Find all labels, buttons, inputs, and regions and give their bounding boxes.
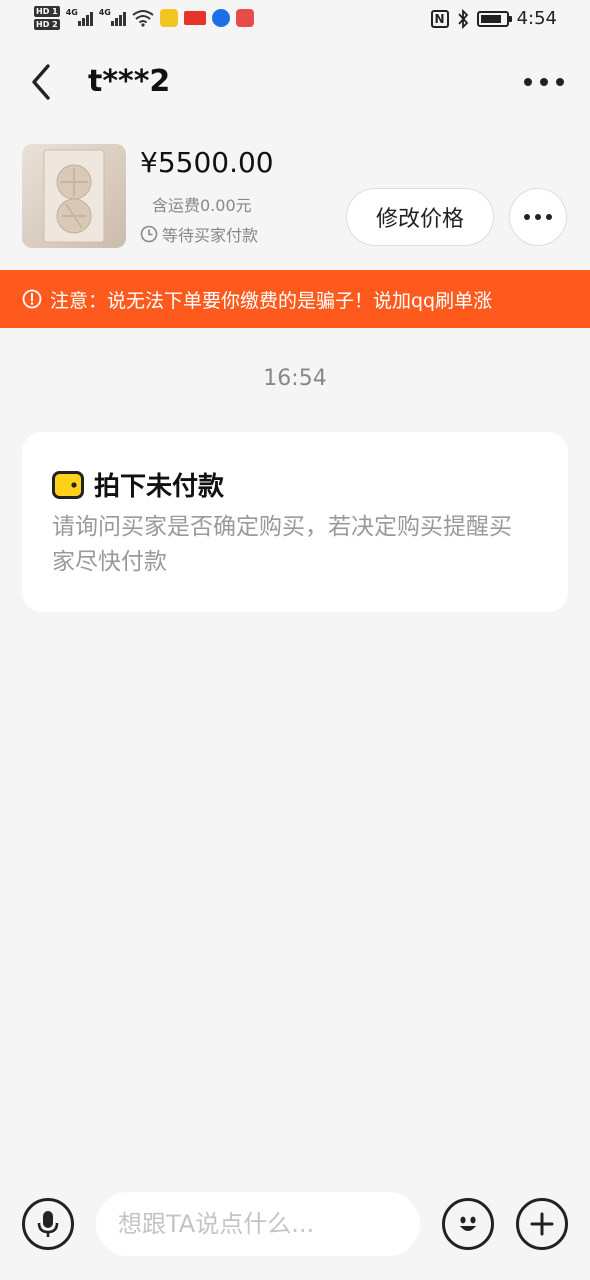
status-bar: HD 1 HD 2 4G 4G N 4:54 xyxy=(0,0,590,40)
nfc-icon: N xyxy=(430,9,449,28)
order-status-label: 等待买家付款 xyxy=(162,226,259,245)
edit-price-button[interactable]: 修改价格 xyxy=(346,188,494,246)
dot-icon xyxy=(540,78,548,86)
status-right: N 4:54 xyxy=(430,8,557,29)
hd2-label: HD 2 xyxy=(34,19,60,30)
product-price: ¥5500.00 xyxy=(140,146,274,179)
product-card[interactable]: ¥5500.00 含运费0.00元 等待买家付款 修改价格 xyxy=(0,130,590,270)
book-app-icon xyxy=(235,9,254,27)
plus-icon xyxy=(530,1212,554,1236)
card-title: 拍下未付款 xyxy=(52,466,224,503)
news-app-icon xyxy=(183,11,206,25)
message-input[interactable] xyxy=(96,1192,420,1256)
message-timestamp: 16:54 xyxy=(263,366,327,391)
bulb-app-icon xyxy=(211,9,230,27)
dot-icon xyxy=(524,78,532,86)
more-actions-button[interactable] xyxy=(516,1198,568,1250)
voice-input-button[interactable] xyxy=(22,1198,74,1250)
status-left: HD 1 HD 2 4G 4G xyxy=(34,6,254,30)
bluetooth-icon xyxy=(457,8,468,29)
hd-indicators: HD 1 HD 2 xyxy=(34,6,60,30)
signal-icon: 4G xyxy=(65,8,93,26)
chat-header: t***2 xyxy=(0,40,590,130)
battery-icon xyxy=(476,10,512,27)
dot-icon xyxy=(546,214,552,220)
order-status-card: 拍下未付款 请询问买家是否确定购买，若决定购买提醒买家尽快付款 xyxy=(22,432,568,612)
app-notification-icon xyxy=(159,9,178,27)
emoji-button[interactable] xyxy=(442,1198,494,1250)
card-title-text: 拍下未付款 xyxy=(94,472,225,502)
clock-icon xyxy=(140,225,158,243)
more-options-button[interactable] xyxy=(524,70,564,94)
warning-text: 注意：说无法下单要你缴费的是骗子！说加qq刷单涨 xyxy=(50,289,493,312)
dot-icon xyxy=(535,214,541,220)
scam-warning-banner[interactable]: 注意：说无法下单要你缴费的是骗子！说加qq刷单涨 xyxy=(0,270,590,328)
product-more-button[interactable] xyxy=(509,188,567,246)
dot-icon xyxy=(556,78,564,86)
card-body-text: 请询问买家是否确定购买，若决定购买提醒买家尽快付款 xyxy=(52,514,512,575)
chat-title: t***2 xyxy=(88,64,171,99)
wifi-icon xyxy=(132,10,154,27)
alert-icon xyxy=(22,289,42,309)
back-button[interactable] xyxy=(24,60,60,104)
clock: 4:54 xyxy=(516,8,557,29)
dot-icon xyxy=(524,214,530,220)
microphone-icon xyxy=(37,1211,59,1237)
input-bar xyxy=(0,1186,590,1266)
chevron-left-icon xyxy=(32,64,50,100)
smiley-icon xyxy=(460,1216,476,1231)
net1-label: 4G xyxy=(65,8,78,17)
signal-icon-2: 4G xyxy=(98,8,126,26)
shipping-fee: 含运费0.00元 xyxy=(152,196,252,215)
hd1-label: HD 1 xyxy=(34,6,60,17)
product-thumbnail[interactable] xyxy=(22,144,126,248)
net2-label: 4G xyxy=(98,8,111,17)
wallet-icon xyxy=(52,470,84,499)
order-status: 等待买家付款 xyxy=(140,222,258,246)
